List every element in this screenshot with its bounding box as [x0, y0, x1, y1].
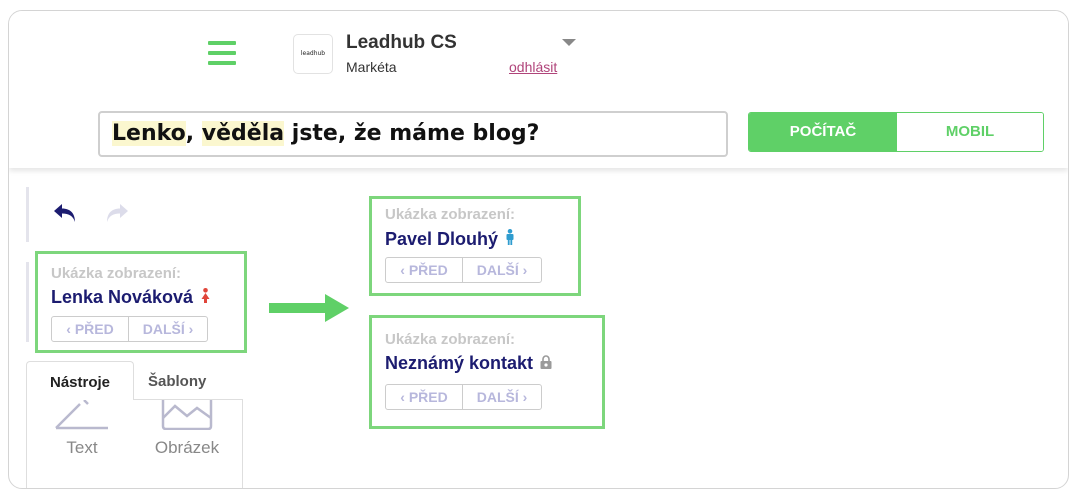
preview-label: Ukázka zobrazení: [385, 206, 516, 223]
image-tool-label: Obrázek [154, 438, 220, 457]
male-icon [505, 229, 515, 250]
next-contact-button[interactable]: DALŠÍ › [463, 385, 541, 409]
tab-templates[interactable]: Šablony [148, 361, 206, 399]
account-logo: leadhub [293, 34, 333, 74]
preview-label: Ukázka zobrazení: [51, 265, 182, 282]
preview-contact-name: Pavel Dlouhý [385, 229, 515, 250]
preview-male: Ukázka zobrazení: Pavel Dlouhý ‹ PŘED DA… [369, 196, 581, 296]
prev-contact-button[interactable]: ‹ PŘED [386, 385, 463, 409]
tab-tools[interactable]: Nástroje [26, 361, 134, 400]
panel-divider [26, 187, 29, 242]
next-contact-button[interactable]: DALŠÍ › [129, 317, 207, 341]
user-name: Markéta [346, 59, 397, 75]
text-block-icon [54, 399, 110, 435]
preview-nav: ‹ PŘED DALŠÍ › [385, 384, 542, 410]
next-contact-button[interactable]: DALŠÍ › [463, 258, 541, 282]
subject-separator: , [185, 121, 202, 146]
device-toggle: POČÍTAČ MOBIL [748, 112, 1044, 152]
prev-contact-button[interactable]: ‹ PŘED [52, 317, 129, 341]
desktop-view-button[interactable]: POČÍTAČ [749, 113, 897, 151]
female-icon [200, 287, 211, 308]
preview-female: Ukázka zobrazení: Lenka Nováková ‹ PŘED … [35, 251, 247, 353]
account-name: Leadhub CS [346, 32, 457, 53]
preview-contact-name: Neznámý kontakt [385, 353, 552, 374]
text-tool[interactable]: Text [37, 399, 127, 488]
preview-unknown: Ukázka zobrazení: Neznámý kontakt ‹ PŘED… [369, 315, 605, 429]
merge-tag-gender[interactable]: věděla [201, 121, 285, 146]
logout-link[interactable]: odhlásit [509, 59, 557, 75]
subject-input[interactable]: Lenko, věděla jste, že máme blog? [98, 111, 728, 157]
unknown-contact-icon [540, 353, 552, 374]
merge-tag-first-name[interactable]: Lenko [112, 121, 186, 146]
preview-nav: ‹ PŘED DALŠÍ › [385, 257, 542, 283]
menu-icon[interactable] [208, 41, 236, 65]
undo-icon[interactable] [51, 201, 81, 225]
arrow-right-icon [269, 294, 349, 322]
subject-text: jste, že máme blog? [284, 121, 540, 146]
tools-panel: Text Obrázek [26, 399, 243, 488]
preview-nav: ‹ PŘED DALŠÍ › [51, 316, 208, 342]
preview-contact-name: Lenka Nováková [51, 287, 211, 308]
top-bar: leadhub Leadhub CS Markéta odhlásit Lenk… [9, 11, 1068, 168]
image-block-icon [159, 400, 215, 435]
preview-label: Ukázka zobrazení: [385, 331, 516, 348]
text-tool-label: Text [66, 438, 98, 457]
panel-divider [26, 262, 29, 342]
prev-contact-button[interactable]: ‹ PŘED [386, 258, 463, 282]
redo-icon[interactable] [101, 201, 131, 225]
app-window: leadhub Leadhub CS Markéta odhlásit Lenk… [8, 10, 1069, 489]
image-tool[interactable]: Obrázek [142, 400, 232, 488]
chevron-down-icon[interactable] [562, 39, 576, 46]
mobile-view-button[interactable]: MOBIL [897, 113, 1043, 151]
